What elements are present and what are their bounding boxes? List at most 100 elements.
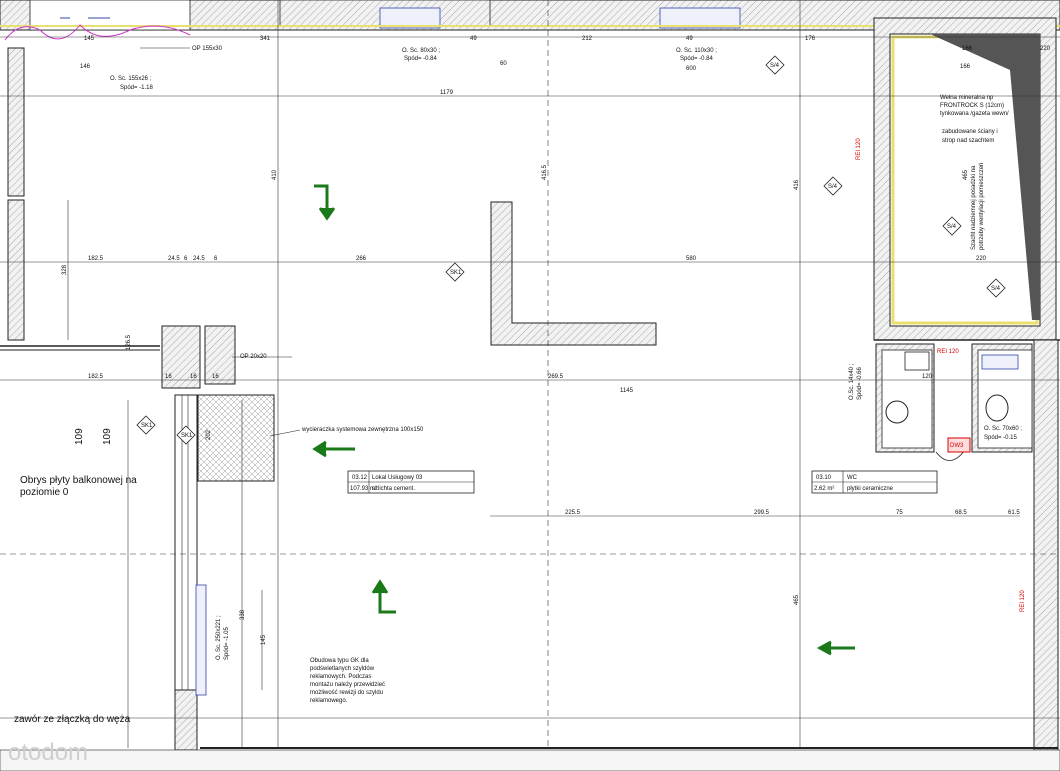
- svg-text:182.5: 182.5: [88, 374, 104, 380]
- svg-text:potrzeby wentylacji pomieszcze: potrzeby wentylacji pomieszczeń: [979, 163, 985, 250]
- svg-text:182.5: 182.5: [88, 256, 104, 262]
- svg-text:49: 49: [470, 36, 477, 42]
- svg-text:416.5: 416.5: [542, 164, 548, 180]
- svg-text:166: 166: [962, 46, 973, 52]
- svg-text:299.5: 299.5: [754, 510, 770, 516]
- valve-note: zawór ze złączką do węża: [14, 714, 131, 725]
- tag-label: SK1: [141, 423, 153, 429]
- opening-label: OP 155x30: [192, 46, 223, 52]
- room-finish: płytki ceramiczne: [847, 486, 894, 492]
- svg-text:269.5: 269.5: [548, 374, 564, 380]
- svg-text:338: 338: [240, 609, 246, 620]
- svg-text:120: 120: [922, 374, 933, 380]
- doormat-note: wycieraczka systemowa zewnętrzna 100x150: [301, 427, 424, 433]
- svg-text:podświetlanych szyldów: podświetlanych szyldów: [310, 666, 375, 672]
- svg-text:465: 465: [794, 594, 800, 605]
- entry-walls: [161, 325, 275, 751]
- svg-text:Spód= -0.66: Spód= -0.66: [857, 366, 863, 400]
- svg-text:1179: 1179: [440, 90, 454, 96]
- l-shaped-wall: [490, 201, 657, 346]
- watermark-logo: otodom: [8, 739, 88, 766]
- svg-text:1145: 1145: [620, 388, 634, 394]
- svg-text:212: 212: [582, 36, 593, 42]
- svg-text:O. Sc. 110x30 ;: O. Sc. 110x30 ;: [676, 48, 717, 54]
- room-label-0312: 03.12 Lokal Usługowy 03 107.93 m² szlich…: [347, 470, 475, 494]
- svg-text:reklamowego.: reklamowego.: [310, 698, 348, 704]
- svg-text:126.5: 126.5: [126, 334, 132, 350]
- svg-text:220: 220: [976, 256, 987, 262]
- svg-text:220: 220: [1040, 46, 1051, 52]
- green-arrows: [312, 184, 855, 656]
- svg-text:68.5: 68.5: [955, 510, 967, 516]
- svg-text:61.5: 61.5: [1008, 510, 1020, 516]
- room-area: 2.62 m²: [814, 486, 834, 492]
- svg-text:poziomie 0: poziomie 0: [20, 487, 69, 498]
- floor-plan: 03.12 Lokal Usługowy 03 107.93 m² szlich…: [0, 0, 1060, 771]
- svg-text:145: 145: [84, 36, 95, 42]
- svg-text:600: 600: [686, 66, 697, 72]
- tag-label: S/4: [991, 286, 1001, 292]
- left-walls: [0, 47, 160, 351]
- room-finish: szlichta cement.: [372, 486, 415, 492]
- svg-text:6: 6: [184, 256, 188, 262]
- svg-text:109: 109: [74, 428, 85, 445]
- tag-label: S/4: [828, 184, 838, 190]
- svg-text:75: 75: [896, 510, 903, 516]
- svg-text:Spód= -0.84: Spód= -0.84: [680, 56, 714, 62]
- svg-text:O. Sc. 155x26 ;: O. Sc. 155x26 ;: [110, 76, 152, 82]
- svg-text:REI 120: REI 120: [1020, 590, 1026, 612]
- svg-text:Spód= -0.15: Spód= -0.15: [984, 435, 1018, 441]
- door-tag: DW3: [950, 443, 964, 449]
- svg-text:24.5: 24.5: [168, 256, 180, 262]
- svg-text:O. Sc. 80x30 ;: O. Sc. 80x30 ;: [402, 48, 440, 54]
- svg-text:109: 109: [102, 428, 113, 445]
- svg-text:24.5: 24.5: [193, 256, 205, 262]
- svg-text:16: 16: [212, 374, 219, 380]
- room-name: Lokal Usługowy 03: [372, 475, 423, 481]
- svg-text:166: 166: [960, 64, 971, 70]
- svg-text:REI 120: REI 120: [937, 349, 959, 355]
- svg-text:16: 16: [165, 374, 172, 380]
- svg-text:Spód= -1.18: Spód= -1.18: [120, 85, 154, 91]
- svg-text:465: 465: [963, 169, 969, 180]
- svg-text:225.5: 225.5: [565, 510, 581, 516]
- svg-text:146: 146: [80, 64, 91, 70]
- tag-label: SK1: [181, 433, 193, 439]
- svg-text:16: 16: [190, 374, 197, 380]
- svg-text:60: 60: [500, 61, 507, 67]
- svg-text:REI 120: REI 120: [856, 138, 862, 160]
- tag-label: S/4: [770, 63, 780, 69]
- svg-text:O. Sc. 250x221 ;: O. Sc. 250x221 ;: [216, 615, 222, 660]
- svg-text:Szacht nadziemnej posadzki na: Szacht nadziemnej posadzki na: [971, 165, 977, 250]
- tag-label: S/4: [947, 224, 957, 230]
- svg-text:Spód= -0.84: Spód= -0.84: [404, 56, 438, 62]
- svg-text:580: 580: [686, 256, 697, 262]
- svg-text:176: 176: [805, 36, 816, 42]
- svg-text:tynkowana /gazeta wewn/: tynkowana /gazeta wewn/: [940, 111, 1009, 117]
- svg-text:reklamowych. Podczas: reklamowych. Podczas: [310, 674, 371, 680]
- svg-text:416: 416: [794, 179, 800, 190]
- svg-text:montażu należy przewidzieć: montażu należy przewidzieć: [310, 682, 385, 688]
- room-name: WC: [847, 475, 858, 481]
- svg-text:możliwość rewizji do szyldu: możliwość rewizji do szyldu: [310, 690, 383, 696]
- svg-text:Spód= -1.05: Spód= -1.05: [224, 626, 230, 660]
- svg-text:Obudowa typu GK dla: Obudowa typu GK dla: [310, 658, 369, 664]
- room-label-0310: 03.10 WC 2.62 m² płytki ceramiczne: [811, 470, 938, 494]
- svg-text:Wełna mineralna np: Wełna mineralna np: [940, 95, 994, 101]
- room-number: 03.12: [352, 475, 368, 481]
- svg-text:410: 410: [272, 169, 278, 180]
- svg-text:266: 266: [356, 256, 367, 262]
- svg-text:341: 341: [260, 36, 271, 42]
- svg-text:6: 6: [214, 256, 218, 262]
- notes: wycieraczka systemowa zewnętrzna 100x150…: [14, 95, 1009, 725]
- svg-text:328: 328: [62, 264, 68, 275]
- tag-label: SK1: [450, 270, 462, 276]
- room-number: 03.10: [816, 475, 832, 481]
- svg-text:O.Sc. 14x40 ;: O.Sc. 14x40 ;: [849, 363, 855, 400]
- svg-text:O. Sc. 70x60 ;: O. Sc. 70x60 ;: [984, 426, 1022, 432]
- svg-text:145: 145: [261, 634, 267, 645]
- svg-text:49: 49: [686, 36, 693, 42]
- svg-text:FRONTROCK S (12cm): FRONTROCK S (12cm): [940, 103, 1004, 109]
- balcony-note: Obrys płyty balkonowej na: [20, 475, 137, 486]
- svg-text:202: 202: [206, 429, 212, 440]
